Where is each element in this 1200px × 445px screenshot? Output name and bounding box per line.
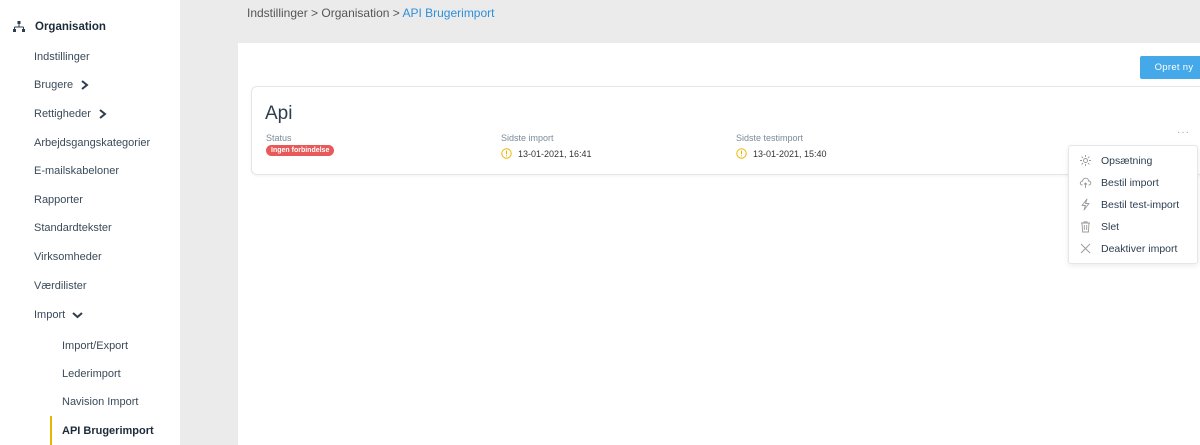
sidebar-subitem-import-export[interactable]: Import/Export (62, 340, 128, 352)
status-label: Status (266, 133, 292, 143)
sidebar: Organisation Indstillinger Brugere Retti… (0, 0, 180, 445)
sidebar-item-label: Arbejdsgangskategorier (34, 137, 151, 149)
sidebar-section-organisation[interactable]: Organisation (12, 20, 106, 34)
sidebar-item-rapporter[interactable]: Rapporter (34, 194, 83, 206)
menu-item-label: Deaktiver import (1101, 242, 1178, 255)
sidebar-item-vaerdilister[interactable]: Værdilister (34, 280, 87, 292)
chevron-right-icon (98, 109, 107, 119)
main-area: Indstillinger > Organisation > API Bruge… (180, 0, 1200, 445)
card-title: Api (265, 103, 293, 124)
active-indicator (50, 416, 52, 445)
settings-icon (1080, 155, 1091, 166)
sidebar-item-label: Rapporter (34, 194, 83, 206)
warning-icon (736, 148, 747, 159)
menu-item-label: Slet (1101, 220, 1120, 233)
more-options-icon[interactable]: ··· (1177, 127, 1190, 138)
chevron-right-icon (80, 80, 89, 90)
sidebar-item-label: Virksomheder (34, 251, 102, 263)
breadcrumb: Indstillinger > Organisation > API Bruge… (247, 6, 495, 20)
content-panel: Opret ny Api Status Ingen forbindelse Si… (238, 43, 1200, 445)
chevron-down-icon (72, 310, 83, 320)
create-new-button[interactable]: Opret ny (1140, 56, 1200, 79)
sidebar-section-title: Organisation (35, 21, 106, 33)
menu-item-label: Bestil import (1101, 176, 1159, 189)
sidebar-item-label: Rettigheder (34, 108, 91, 120)
sidebar-item-rettigheder[interactable]: Rettigheder (34, 108, 107, 120)
trash-icon (1081, 221, 1090, 233)
close-icon (1080, 243, 1091, 254)
sidebar-item-brugere[interactable]: Brugere (34, 79, 89, 91)
last-test-import-label: Sidste testimport (736, 133, 804, 143)
menu-item-deaktiver-import[interactable]: Deaktiver import (1079, 242, 1177, 255)
org-chart-icon (12, 20, 26, 34)
import-card: Api Status Ingen forbindelse Sidste impo… (251, 86, 1200, 175)
breadcrumb-organisation[interactable]: Organisation (321, 6, 389, 20)
sidebar-subitem-navision-import[interactable]: Navision Import (62, 396, 138, 408)
status-badge: Ingen forbindelse (266, 145, 335, 156)
sidebar-item-arbejdsgangskategorier[interactable]: Arbejdsgangskategorier (34, 137, 150, 149)
sidebar-item-label: Standardtekster (34, 222, 112, 234)
warning-icon (501, 148, 512, 159)
last-import-label: Sidste import (501, 133, 554, 143)
sidebar-item-label: Indstillinger (34, 51, 90, 63)
sidebar-item-label: Import (34, 309, 66, 321)
last-import-value: 13-01-2021, 16:41 (501, 148, 592, 159)
sidebar-item-emailskabeloner[interactable]: E-mailskabeloner (34, 165, 119, 177)
sidebar-item-label: Brugere (34, 79, 74, 91)
last-test-import-date: 13-01-2021, 15:40 (753, 148, 827, 159)
menu-item-label: Bestil test-import (1101, 198, 1180, 211)
breadcrumb-separator: > (389, 6, 403, 20)
breadcrumb-separator: > (307, 6, 322, 20)
last-test-import-value: 13-01-2021, 15:40 (736, 148, 827, 159)
sidebar-item-label: Værdilister (34, 280, 87, 292)
sidebar-item-indstillinger[interactable]: Indstillinger (34, 51, 90, 63)
sidebar-subitem-lederimport[interactable]: Lederimport (62, 368, 121, 380)
card-actions-menu: Opsætning Bestil import Bestil test-impo… (1068, 145, 1198, 264)
menu-item-slet[interactable]: Slet (1079, 220, 1119, 233)
menu-item-bestil-test-import[interactable]: Bestil test-import (1079, 198, 1179, 211)
sidebar-item-import[interactable]: Import (34, 309, 83, 321)
sidebar-item-virksomheder[interactable]: Virksomheder (34, 251, 102, 263)
lightning-icon (1081, 198, 1090, 211)
menu-item-label: Opsætning (1101, 154, 1153, 167)
sidebar-item-standardtekster[interactable]: Standardtekster (34, 222, 112, 234)
sidebar-subitem-api-brugerimport[interactable]: API Brugerimport (62, 425, 154, 437)
sidebar-item-label: E-mailskabeloner (34, 165, 119, 177)
last-import-date: 13-01-2021, 16:41 (518, 148, 592, 159)
cloud-upload-icon (1079, 177, 1092, 188)
breadcrumb-indstillinger[interactable]: Indstillinger (247, 6, 308, 20)
menu-item-bestil-import[interactable]: Bestil import (1079, 176, 1159, 189)
breadcrumb-current[interactable]: API Brugerimport (402, 6, 494, 20)
menu-item-opsaetning[interactable]: Opsætning (1079, 154, 1152, 167)
